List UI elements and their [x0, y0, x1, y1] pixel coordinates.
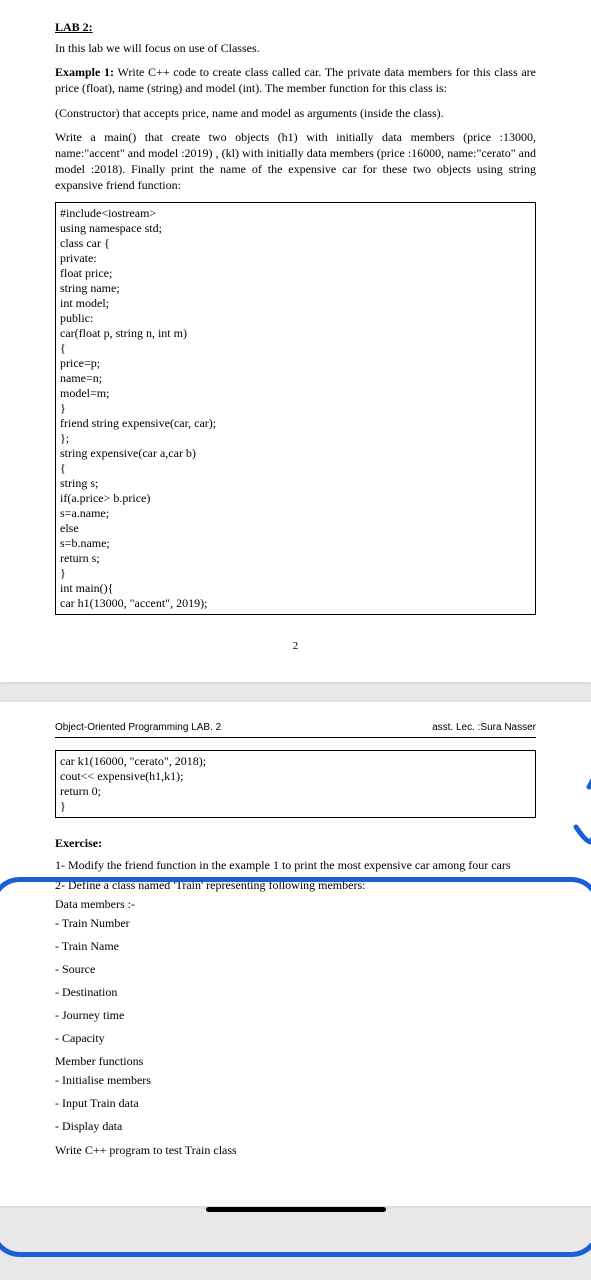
dm-item: - Capacity	[55, 1031, 536, 1046]
code-line: return s;	[60, 551, 531, 566]
ex1-lead: 1-	[55, 858, 68, 872]
code-line: }	[60, 799, 531, 814]
code-line: s=a.name;	[60, 506, 531, 521]
page-2: Object-Oriented Programming LAB. 2 asst.…	[0, 702, 591, 1207]
constructor-paragraph: (Constructor) that accepts price, name a…	[55, 105, 536, 121]
code-line: car h1(13000, "accent", 2019);	[60, 596, 531, 611]
mf-item: - Initialise members	[55, 1073, 536, 1088]
code-line: float price;	[60, 266, 531, 281]
code-line: price=p;	[60, 356, 531, 371]
home-indicator	[206, 1207, 386, 1212]
intro-paragraph: In this lab we will focus on use of Clas…	[55, 40, 536, 56]
example-paragraph: Example 1: Write C++ code to create clas…	[55, 64, 536, 96]
mf-item: - Input Train data	[55, 1096, 536, 1111]
dm-item: - Journey time	[55, 1008, 536, 1023]
exercise-2: 2- Define a class named 'Train' represen…	[55, 877, 536, 893]
code-line: int main(){	[60, 581, 531, 596]
page-1: LAB 2: In this lab we will focus on use …	[0, 0, 591, 682]
main-paragraph: Write a main() that create two objects (…	[55, 129, 536, 194]
annotation-stroke-icon	[584, 732, 591, 792]
code-line: model=m;	[60, 386, 531, 401]
code-line: private:	[60, 251, 531, 266]
code-line: cout<< expensive(h1,k1);	[60, 769, 531, 784]
page-header: Object-Oriented Programming LAB. 2 asst.…	[55, 722, 536, 733]
code-line: name=n;	[60, 371, 531, 386]
code-line: car k1(16000, "cerato", 2018);	[60, 754, 531, 769]
code-line: else	[60, 521, 531, 536]
code-line: }	[60, 566, 531, 581]
code-line: };	[60, 431, 531, 446]
code-line: return 0;	[60, 784, 531, 799]
example-rest: Write C++ code to create class called ca…	[55, 65, 536, 95]
code-line: public:	[60, 311, 531, 326]
code-line: s=b.name;	[60, 536, 531, 551]
ex1-text: Modify the friend function in the exampl…	[68, 858, 511, 872]
code-line: car(float p, string n, int m)	[60, 326, 531, 341]
dm-item: - Destination	[55, 985, 536, 1000]
dm-item: - Train Name	[55, 939, 536, 954]
final-instruction: Write C++ program to test Train class	[55, 1142, 536, 1158]
example-lead: Example 1:	[55, 65, 114, 79]
code-line: class car {	[60, 236, 531, 251]
code-line: {	[60, 341, 531, 356]
data-members-label: Data members :-	[55, 897, 536, 912]
code-line: {	[60, 461, 531, 476]
page-number: 2	[55, 640, 536, 652]
code-line: string expensive(car a,car b)	[60, 446, 531, 461]
code-line: int model;	[60, 296, 531, 311]
ex2-lead: 2-	[55, 878, 68, 892]
dm-item: - Train Number	[55, 916, 536, 931]
member-functions-label: Member functions	[55, 1054, 536, 1069]
code-line: friend string expensive(car, car);	[60, 416, 531, 431]
lab-title: LAB 2:	[55, 20, 536, 35]
code-block-2: car k1(16000, "cerato", 2018); cout<< ex…	[55, 750, 536, 818]
header-left: Object-Oriented Programming LAB. 2	[55, 722, 221, 733]
dm-item: - Source	[55, 962, 536, 977]
code-line: }	[60, 401, 531, 416]
code-line: string s;	[60, 476, 531, 491]
mf-item: - Display data	[55, 1119, 536, 1134]
exercise-1: 1- Modify the friend function in the exa…	[55, 857, 536, 873]
code-line: string name;	[60, 281, 531, 296]
header-right: asst. Lec. :Sura Nasser	[432, 722, 536, 733]
code-line: #include<iostream>	[60, 206, 531, 221]
header-underline	[55, 737, 536, 738]
code-line: using namespace std;	[60, 221, 531, 236]
ex2-text: Define a class named 'Train' representin…	[68, 878, 365, 892]
checkmark-icon	[571, 792, 591, 852]
exercise-title: Exercise:	[55, 836, 536, 851]
code-line: if(a.price> b.price)	[60, 491, 531, 506]
code-block-1: #include<iostream> using namespace std; …	[55, 202, 536, 615]
